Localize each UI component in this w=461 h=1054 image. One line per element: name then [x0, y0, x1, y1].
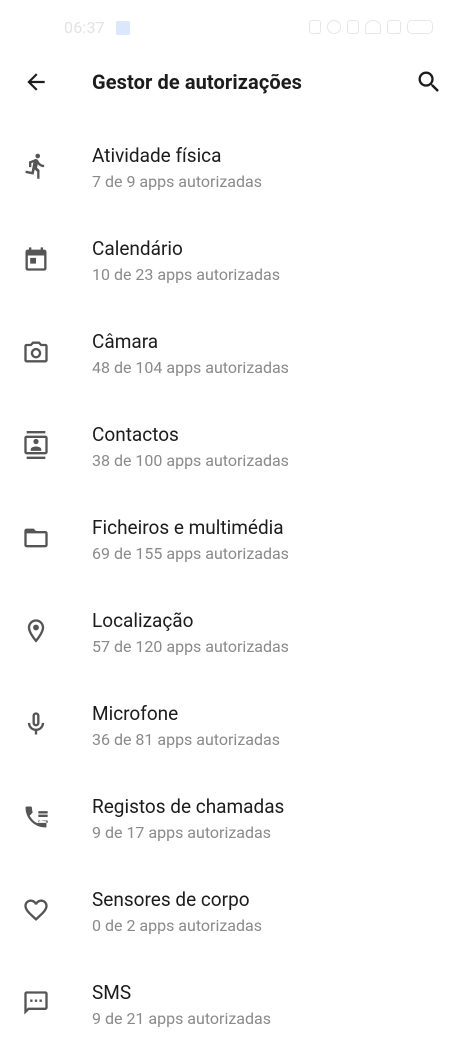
- folder-icon: [20, 522, 52, 554]
- search-icon: [418, 71, 439, 92]
- list-item-title: Ficheiros e multimédia: [92, 516, 284, 539]
- list-item-title: Microfone: [92, 702, 179, 725]
- status-time: 06:37: [64, 18, 105, 37]
- list-item-title: Câmara: [92, 330, 159, 353]
- calendar-icon: [20, 243, 52, 275]
- back-button[interactable]: [18, 64, 54, 100]
- list-item-calendario[interactable]: Calendário 10 de 23 apps autorizadas: [0, 217, 461, 310]
- list-item-subtitle: 48 de 104 apps autorizadas: [92, 358, 289, 377]
- search-button[interactable]: [411, 64, 447, 100]
- battery-icon: [407, 20, 433, 34]
- list-item-subtitle: 10 de 23 apps autorizadas: [92, 265, 280, 284]
- list-item-subtitle: 36 de 81 apps autorizadas: [92, 730, 280, 749]
- list-item-contactos[interactable]: Contactos 38 de 100 apps autorizadas: [0, 403, 461, 496]
- heart-icon: [20, 894, 52, 926]
- list-item-subtitle: 57 de 120 apps autorizadas: [92, 637, 289, 656]
- list-item-atividade-fisica[interactable]: Atividade física 7 de 9 apps autorizadas: [0, 124, 461, 217]
- list-item-title: SMS: [92, 981, 132, 1004]
- list-item-localizacao[interactable]: Localização 57 de 120 apps autorizadas: [0, 589, 461, 682]
- list-item-subtitle: 0 de 2 apps autorizadas: [92, 916, 262, 935]
- list-item-title: Localização: [92, 609, 194, 632]
- list-item-sms[interactable]: SMS 9 de 21 apps autorizadas: [0, 961, 461, 1054]
- list-item-subtitle: 7 de 9 apps autorizadas: [92, 172, 262, 191]
- permission-list: Atividade física 7 de 9 apps autorizadas…: [0, 124, 461, 1054]
- message-icon: [20, 987, 52, 1019]
- contacts-icon: [20, 429, 52, 461]
- status-icons: [309, 20, 433, 34]
- list-item-title: Contactos: [92, 423, 179, 446]
- list-item-subtitle: 38 de 100 apps autorizadas: [92, 451, 289, 470]
- arrow-left-icon: [27, 73, 45, 91]
- list-item-sensores-corpo[interactable]: Sensores de corpo 0 de 2 apps autorizada…: [0, 868, 461, 961]
- list-item-title: Calendário: [92, 237, 183, 260]
- camera-icon: [20, 336, 52, 368]
- alarm-icon: [327, 20, 341, 34]
- list-item-subtitle: 69 de 155 apps autorizadas: [92, 544, 289, 563]
- vibrate-icon: [347, 20, 359, 34]
- list-item-subtitle: 9 de 17 apps autorizadas: [92, 823, 271, 842]
- list-item-subtitle: 9 de 21 apps autorizadas: [92, 1009, 271, 1028]
- microphone-icon: [20, 708, 52, 740]
- list-item-title: Atividade física: [92, 144, 222, 167]
- list-item-registos-chamadas[interactable]: Registos de chamadas 9 de 17 apps autori…: [0, 775, 461, 868]
- page-title: Gestor de autorizações: [92, 70, 303, 94]
- notification-icon: [116, 21, 130, 35]
- list-item-camara[interactable]: Câmara 48 de 104 apps autorizadas: [0, 310, 461, 403]
- wifi-icon: [365, 20, 381, 34]
- location-pin-icon: [20, 615, 52, 647]
- app-bar: Gestor de autorizações: [0, 52, 461, 112]
- list-item-title: Sensores de corpo: [92, 888, 250, 911]
- running-person-icon: [20, 150, 52, 182]
- data-saver-icon: [387, 20, 401, 34]
- status-bar: 06:37: [0, 0, 461, 60]
- list-item-microfone[interactable]: Microfone 36 de 81 apps autorizadas: [0, 682, 461, 775]
- list-item-ficheiros-multimedia[interactable]: Ficheiros e multimédia 69 de 155 apps au…: [0, 496, 461, 589]
- nfc-icon: [309, 20, 321, 34]
- call-log-icon: [20, 801, 52, 833]
- list-item-title: Registos de chamadas: [92, 795, 285, 818]
